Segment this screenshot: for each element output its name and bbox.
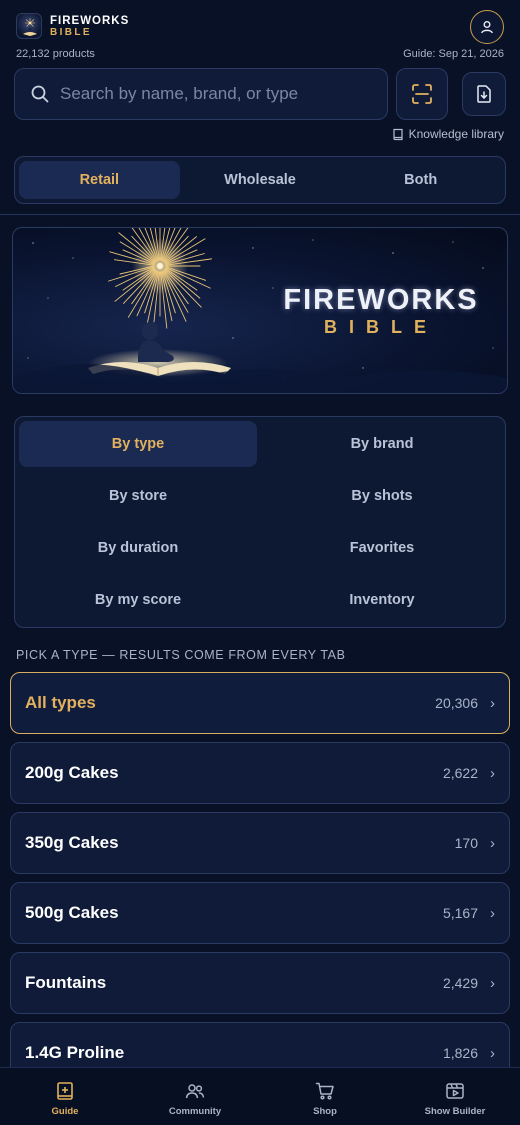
type-row-500g-cakes[interactable]: 500g Cakes 5,167 › (10, 882, 510, 944)
download-file-icon (477, 85, 491, 103)
hero-banner: FIREWORKS BIBLE (12, 227, 508, 394)
type-count: 20,306 (435, 695, 478, 711)
nav-show-builder[interactable]: Show Builder (390, 1068, 520, 1125)
banner-title: FIREWORKS (283, 284, 479, 316)
browse-by-shots[interactable]: By shots (263, 473, 501, 519)
film-play-icon (444, 1080, 466, 1102)
chevron-right-icon: › (490, 764, 495, 782)
tab-wholesale[interactable]: Wholesale (180, 161, 341, 199)
market-tabs: Retail Wholesale Both (14, 156, 506, 204)
type-row-350g-cakes[interactable]: 350g Cakes 170 › (10, 812, 510, 874)
type-name: 1.4G Proline (25, 1043, 125, 1062)
browse-options: By type By brand By store By shots By du… (14, 416, 506, 628)
guide-date: Guide: Sep 21, 2026 (403, 48, 504, 60)
knowledge-library-label: Knowledge library (408, 127, 504, 141)
browse-by-my-score[interactable]: By my score (19, 577, 257, 623)
type-name: Fountains (25, 973, 107, 992)
type-row-200g-cakes[interactable]: 200g Cakes 2,622 › (10, 742, 510, 804)
type-count: 2,622 (442, 765, 478, 781)
nav-guide[interactable]: Guide (0, 1068, 130, 1125)
browse-by-duration[interactable]: By duration (19, 525, 257, 571)
type-row-fountains[interactable]: Fountains 2,429 › (10, 952, 510, 1014)
chevron-right-icon: › (490, 834, 495, 852)
browse-inventory[interactable]: Inventory (263, 577, 501, 623)
chevron-right-icon: › (490, 974, 495, 992)
tab-both[interactable]: Both (340, 161, 501, 199)
bottom-nav: Guide Community Shop Show Builder (0, 1067, 520, 1125)
browse-by-type[interactable]: By type (19, 421, 257, 467)
type-count: 1,826 (442, 1045, 478, 1061)
scan-button[interactable] (396, 68, 448, 120)
chevron-right-icon: › (490, 904, 495, 922)
type-name: 500g Cakes (25, 903, 119, 922)
nav-community[interactable]: Community (130, 1068, 260, 1125)
divider (0, 214, 520, 215)
type-name: 350g Cakes (25, 833, 119, 852)
banner-subtitle: BIBLE (324, 317, 438, 337)
user-icon (481, 21, 493, 34)
browse-by-brand[interactable]: By brand (263, 421, 501, 467)
nav-shop[interactable]: Shop (260, 1068, 390, 1125)
nav-label: Show Builder (424, 1106, 486, 1117)
nav-label: Guide (51, 1106, 79, 1117)
book-plus-icon (54, 1080, 76, 1102)
nav-label: Shop (313, 1106, 337, 1117)
download-button[interactable] (462, 72, 506, 116)
chevron-right-icon: › (490, 694, 495, 712)
book-icon (393, 128, 403, 140)
search-input[interactable] (60, 84, 380, 104)
browse-by-store[interactable]: By store (19, 473, 257, 519)
type-count: 2,429 (442, 975, 478, 991)
type-row-all-types[interactable]: All types 20,306 › (10, 672, 510, 734)
search-bar[interactable] (14, 68, 388, 120)
brand-name-line1: FIREWORKS (50, 15, 130, 27)
type-name: All types (25, 693, 96, 712)
brand-name-line2: BIBLE (50, 27, 92, 38)
type-count: 5,167 (442, 905, 478, 921)
scan-icon (412, 84, 432, 104)
search-icon (30, 84, 50, 104)
product-count: 22,132 products (16, 48, 95, 60)
type-count: 170 (454, 835, 478, 851)
people-icon (184, 1080, 206, 1102)
type-name: 200g Cakes (25, 763, 119, 782)
app-logo (16, 13, 42, 39)
section-label: PICK A TYPE — RESULTS COME FROM EVERY TA… (16, 648, 346, 662)
nav-label: Community (168, 1106, 222, 1117)
tab-retail[interactable]: Retail (19, 161, 180, 199)
browse-favorites[interactable]: Favorites (263, 525, 501, 571)
profile-button[interactable] (470, 10, 504, 44)
chevron-right-icon: › (490, 1044, 495, 1062)
cart-icon (314, 1080, 336, 1102)
knowledge-library-link[interactable]: Knowledge library (392, 127, 504, 141)
